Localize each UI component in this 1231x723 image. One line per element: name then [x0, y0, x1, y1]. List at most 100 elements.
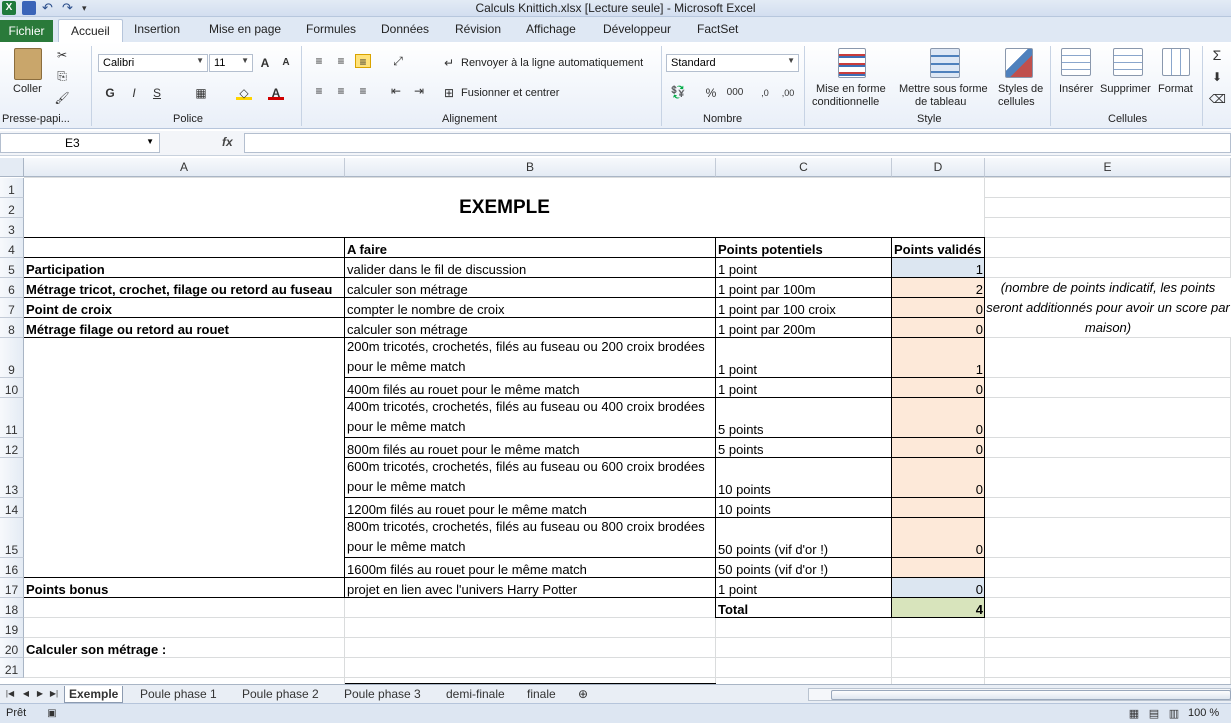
thousands-button[interactable]: 000 [724, 86, 746, 100]
first-sheet-icon[interactable]: |◀ [2, 687, 18, 701]
cell-styles-icon[interactable] [1005, 48, 1033, 78]
sheet-tab-finale[interactable]: finale [523, 686, 560, 702]
paste-button[interactable]: Coller [13, 83, 42, 95]
column-header-d[interactable]: D [892, 158, 985, 177]
row-header-13[interactable]: 13 [0, 458, 24, 498]
row-header-16[interactable]: 16 [0, 558, 24, 578]
row-header-11[interactable]: 11 [0, 398, 24, 438]
clear-icon[interactable]: ⌫ [1209, 92, 1226, 106]
font-color-icon[interactable]: A [268, 86, 284, 100]
shrink-font-icon[interactable]: A [278, 56, 294, 70]
increase-decimal-icon[interactable]: ,0 [757, 86, 773, 100]
delete-cells-icon[interactable] [1113, 48, 1143, 76]
paste-icon[interactable] [14, 48, 42, 80]
borders-icon[interactable]: ▦ [193, 86, 209, 100]
number-format-combo[interactable]: Standard ▼ [666, 54, 799, 72]
wrap-text-icon[interactable]: ↵ [441, 56, 457, 70]
font-size-combo[interactable]: 11 ▼ [209, 54, 253, 72]
row-header-2[interactable]: 2 [0, 198, 24, 218]
fill-icon[interactable]: ⬇ [1209, 70, 1225, 84]
autosum-icon[interactable]: Σ [1209, 48, 1225, 62]
scrollbar-thumb[interactable] [831, 690, 1231, 700]
row-header-15[interactable]: 15 [0, 518, 24, 558]
horizontal-scrollbar[interactable] [808, 688, 1231, 701]
column-header-a[interactable]: A [24, 158, 345, 177]
italic-button[interactable]: I [126, 86, 142, 100]
tab-accueil[interactable]: Accueil [58, 19, 123, 42]
tab-formules[interactable]: Formules [306, 22, 356, 36]
decrease-decimal-icon[interactable]: ,00 [780, 86, 796, 100]
sheet-tab-poule-2[interactable]: Poule phase 2 [238, 686, 323, 702]
font-name-combo[interactable]: Calibri ▼ [98, 54, 208, 72]
insert-cells-button[interactable]: Insérer [1059, 83, 1093, 95]
row-header-1[interactable]: 1 [0, 178, 24, 198]
macro-record-icon[interactable]: ▣ [44, 707, 60, 721]
column-header-b[interactable]: B [345, 158, 716, 177]
cell-styles-button[interactable]: Styles de [998, 83, 1043, 95]
insert-sheet-icon[interactable]: ⊕ [575, 687, 591, 701]
normal-view-icon[interactable]: ▦ [1126, 707, 1142, 721]
row-header-20[interactable]: 20 [0, 638, 24, 658]
row-header-7[interactable]: 7 [0, 298, 24, 318]
align-center-icon[interactable]: ≡ [333, 84, 349, 98]
tab-mise-en-page[interactable]: Mise en page [209, 22, 281, 36]
increase-indent-icon[interactable]: ⇥ [411, 84, 427, 98]
row-header-10[interactable]: 10 [0, 378, 24, 398]
tab-developpeur[interactable]: Développeur [603, 22, 671, 36]
row-header-17[interactable]: 17 [0, 578, 24, 598]
column-header-e[interactable]: E [985, 158, 1231, 177]
formula-input[interactable] [244, 133, 1231, 153]
row-header-5[interactable]: 5 [0, 258, 24, 278]
tab-affichage[interactable]: Affichage [526, 22, 576, 36]
row-header-3[interactable]: 3 [0, 218, 24, 238]
tab-revision[interactable]: Révision [455, 22, 501, 36]
row-header-9[interactable]: 9 [0, 338, 24, 378]
cut-icon[interactable]: ✂ [54, 48, 70, 62]
sheet-tab-poule-3[interactable]: Poule phase 3 [340, 686, 425, 702]
format-cells-button[interactable]: Format [1158, 83, 1193, 95]
sheet-tab-exemple[interactable]: Exemple [64, 686, 124, 703]
align-bottom-icon[interactable]: ≡ [355, 54, 371, 69]
decrease-indent-icon[interactable]: ⇤ [388, 84, 404, 98]
format-painter-icon[interactable]: 🖌 [54, 91, 70, 105]
delete-cells-button[interactable]: Supprimer [1100, 83, 1151, 95]
align-top-icon[interactable]: ≡ [311, 54, 327, 68]
wrap-text-button[interactable]: Renvoyer à la ligne automatiquement [461, 57, 643, 69]
bold-button[interactable]: G [102, 86, 118, 100]
sheet-tab-demi-finale[interactable]: demi-finale [442, 686, 509, 702]
grow-font-icon[interactable]: A [257, 56, 273, 70]
format-as-table-icon[interactable] [930, 48, 960, 78]
conditional-formatting-button[interactable]: Mise en forme [816, 83, 886, 95]
row-header-8[interactable]: 8 [0, 318, 24, 338]
tab-factset[interactable]: FactSet [697, 22, 738, 36]
insert-cells-icon[interactable] [1061, 48, 1091, 76]
format-cells-icon[interactable] [1162, 48, 1190, 76]
zoom-level[interactable]: 100 % [1188, 707, 1219, 719]
tab-insertion[interactable]: Insertion [134, 22, 180, 36]
format-as-table-button[interactable]: Mettre sous forme [899, 83, 988, 95]
conditional-formatting-icon[interactable] [838, 48, 866, 78]
fill-color-icon[interactable]: ◇ [236, 86, 252, 100]
align-middle-icon[interactable]: ≡ [333, 54, 349, 68]
merge-center-button[interactable]: Fusionner et centrer [461, 87, 559, 99]
row-header-19[interactable]: 19 [0, 618, 24, 638]
copy-icon[interactable]: ⎘ [54, 69, 70, 83]
align-right-icon[interactable]: ≡ [355, 84, 371, 98]
last-sheet-icon[interactable]: ▶| [46, 687, 62, 701]
currency-icon[interactable]: 💱 [670, 85, 686, 99]
select-all-button[interactable] [0, 158, 24, 177]
align-left-icon[interactable]: ≡ [311, 84, 327, 98]
page-layout-view-icon[interactable]: ▤ [1146, 707, 1162, 721]
page-break-view-icon[interactable]: ▥ [1166, 707, 1182, 721]
row-header-18[interactable]: 18 [0, 598, 24, 618]
row-header-6[interactable]: 6 [0, 278, 24, 298]
percent-button[interactable]: % [703, 86, 719, 100]
insert-function-icon[interactable]: fx [222, 135, 233, 149]
merge-center-icon[interactable]: ⊞ [441, 86, 457, 100]
underline-button[interactable]: S [149, 86, 165, 100]
row-header-4[interactable]: 4 [0, 238, 24, 258]
row-header-21[interactable]: 21 [0, 658, 24, 678]
column-header-c[interactable]: C [716, 158, 892, 177]
tab-donnees[interactable]: Données [381, 22, 429, 36]
sheet-tab-poule-1[interactable]: Poule phase 1 [136, 686, 221, 702]
